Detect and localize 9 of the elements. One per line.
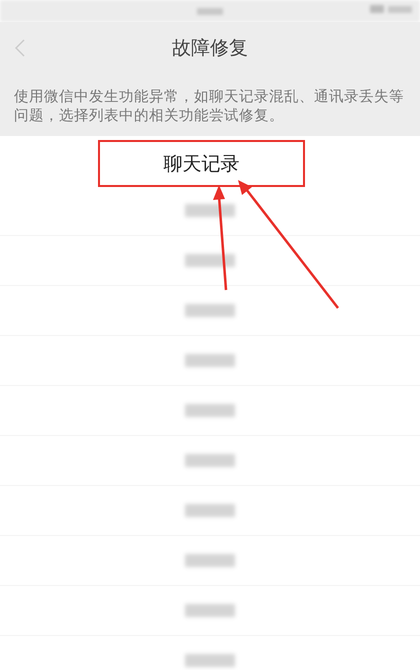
blurred-battery-level	[388, 6, 412, 12]
highlight-box[interactable]: 聊天记录	[98, 140, 305, 187]
back-icon[interactable]	[15, 39, 25, 57]
page-title: 故障修复	[172, 36, 248, 61]
blurred-list-item[interactable]	[185, 254, 235, 267]
battery-icon	[370, 5, 384, 13]
description-text: 使用微信中发生功能异常，如聊天记录混乱、通讯录丢失等问题，选择列表中的相关功能尝试修复。	[0, 74, 420, 136]
blurred-list-item[interactable]	[185, 204, 235, 217]
blurred-status-time	[197, 8, 223, 14]
